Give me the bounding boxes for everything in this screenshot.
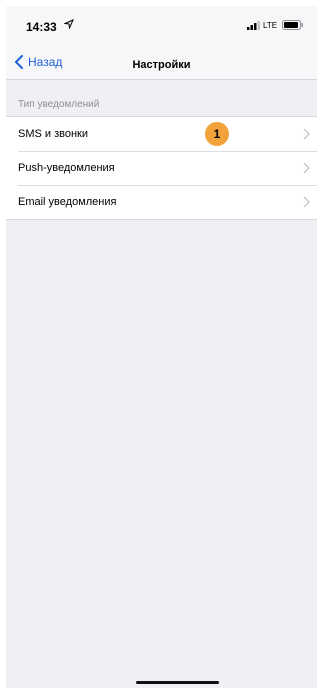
status-bar: 14:33 LTE	[6, 6, 317, 46]
page-title: Настройки	[132, 59, 191, 71]
location-arrow-icon	[64, 19, 74, 29]
network-label: LTE	[263, 21, 278, 30]
battery-icon	[282, 20, 303, 30]
navigation-bar: Назад Настройки	[6, 46, 317, 80]
list-item-push[interactable]: Push-уведомления	[6, 151, 317, 185]
list-item-label: Email уведомления	[18, 196, 117, 208]
home-indicator[interactable]	[136, 681, 219, 684]
section-header: Тип уведомлений	[18, 99, 100, 110]
status-time: 14:33	[26, 20, 57, 34]
list-item-email[interactable]: Email уведомления	[6, 185, 317, 219]
step-badge: 1	[205, 122, 229, 146]
phone-screen: 14:33 LTE Назад Настройки Тип уведомлени…	[6, 6, 317, 688]
chevron-right-icon	[303, 162, 310, 174]
list-item-sms-calls[interactable]: SMS и звонки 1	[6, 117, 317, 151]
chevron-right-icon	[303, 128, 310, 140]
list-item-label: Push-уведомления	[18, 162, 115, 174]
list-item-label: SMS и звонки	[18, 128, 89, 140]
signal-bars-icon	[247, 21, 260, 30]
chevron-right-icon	[303, 196, 310, 208]
settings-list: SMS и звонки 1 Push-уведомления Email ув…	[6, 116, 317, 220]
